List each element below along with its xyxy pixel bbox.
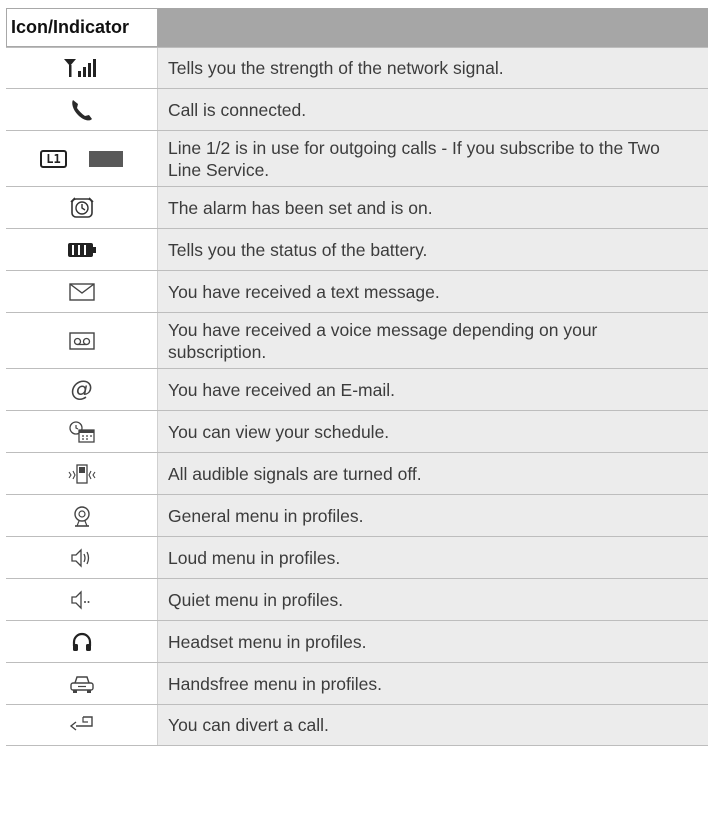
row-description: Quiet menu in profiles. bbox=[158, 579, 708, 620]
row-description: You have received a text message. bbox=[158, 271, 708, 312]
table-row: Tells you the strength of the network si… bbox=[6, 47, 708, 88]
general-profile-icon bbox=[6, 495, 158, 536]
table-row: Headset menu in profiles. bbox=[6, 620, 708, 662]
table-row: Handsfree menu in profiles. bbox=[6, 662, 708, 704]
row-description: Loud menu in profiles. bbox=[158, 537, 708, 578]
header-description bbox=[158, 8, 708, 47]
row-description: All audible signals are turned off. bbox=[158, 453, 708, 494]
row-description: Handsfree menu in profiles. bbox=[158, 663, 708, 704]
call-connected-icon bbox=[6, 89, 158, 130]
call-divert-icon bbox=[6, 705, 158, 745]
table-row: You have received a text message. bbox=[6, 270, 708, 312]
table-row: You can divert a call. bbox=[6, 704, 708, 746]
header-icon-indicator: Icon/Indicator bbox=[6, 8, 158, 47]
quiet-profile-icon bbox=[6, 579, 158, 620]
table-row: The alarm has been set and is on. bbox=[6, 186, 708, 228]
table-row: L1 Line 1/2 is in use for outgoing calls… bbox=[6, 130, 708, 186]
headset-profile-icon bbox=[6, 621, 158, 662]
table-row: Tells you the status of the battery. bbox=[6, 228, 708, 270]
text-message-icon bbox=[6, 271, 158, 312]
table-row: You can view your schedule. bbox=[6, 410, 708, 452]
row-description: Tells you the status of the battery. bbox=[158, 229, 708, 270]
table-row: All audible signals are turned off. bbox=[6, 452, 708, 494]
line-1-2-icon: L1 bbox=[6, 131, 158, 186]
line-2-block bbox=[88, 150, 123, 167]
line-1-badge: L1 bbox=[40, 149, 67, 168]
email-icon: @ bbox=[6, 369, 158, 410]
voice-message-icon bbox=[6, 313, 158, 368]
row-description: You can view your schedule. bbox=[158, 411, 708, 452]
row-description: Line 1/2 is in use for outgoing calls - … bbox=[158, 131, 708, 186]
table-row: You have received a voice message depend… bbox=[6, 312, 708, 368]
signal-strength-icon bbox=[6, 48, 158, 88]
row-description: You have received a voice message depend… bbox=[158, 313, 708, 368]
loud-profile-icon bbox=[6, 537, 158, 578]
row-description: General menu in profiles. bbox=[158, 495, 708, 536]
table-header: Icon/Indicator bbox=[6, 8, 708, 47]
row-description: Headset menu in profiles. bbox=[158, 621, 708, 662]
silent-vibrate-icon bbox=[6, 453, 158, 494]
row-description: You have received an E-mail. bbox=[158, 369, 708, 410]
table-row: Quiet menu in profiles. bbox=[6, 578, 708, 620]
table-row: Call is connected. bbox=[6, 88, 708, 130]
row-description: Call is connected. bbox=[158, 89, 708, 130]
table-row: Loud menu in profiles. bbox=[6, 536, 708, 578]
battery-icon bbox=[6, 229, 158, 270]
handsfree-car-icon bbox=[6, 663, 158, 704]
alarm-clock-icon bbox=[6, 187, 158, 228]
row-description: Tells you the strength of the network si… bbox=[158, 48, 708, 88]
indicator-table: Icon/Indicator Tells you the strength of… bbox=[6, 8, 708, 746]
schedule-icon bbox=[6, 411, 158, 452]
table-row: @ You have received an E-mail. bbox=[6, 368, 708, 410]
row-description: The alarm has been set and is on. bbox=[158, 187, 708, 228]
table-row: General menu in profiles. bbox=[6, 494, 708, 536]
row-description: You can divert a call. bbox=[158, 705, 708, 745]
